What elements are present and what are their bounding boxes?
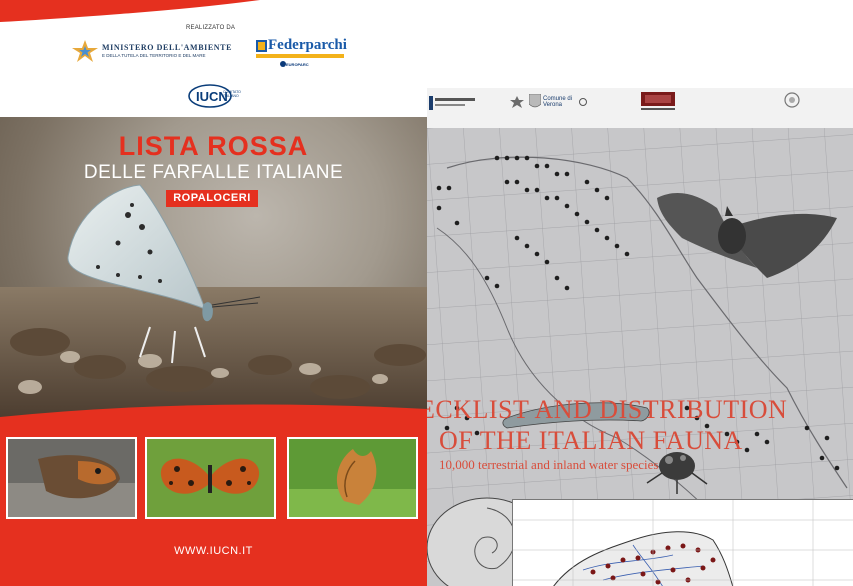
realizzato-label: REALIZZATO DA — [186, 25, 236, 31]
seal-icon — [579, 98, 587, 106]
iucn-url: WWW.IUCN.IT — [174, 545, 253, 557]
cover-title-line2: DELLE FARFALLE ITALIANE — [83, 162, 344, 183]
checklist-cover: Comune di Verona ECKLIST AND DISTRIBUTIO… — [427, 88, 853, 586]
ministero-subtitle: E DELLA TUTELA DEL TERRITORIO E DEL MARE — [102, 53, 206, 58]
iucn-subtitle: COMITATO ITALIANO — [223, 90, 241, 98]
lista-rossa-cover: REALIZZATO DA MINISTERO DELL'AMBIENTE E … — [0, 0, 427, 586]
ministry-logo-icon — [429, 96, 475, 110]
red-swoosh-decoration — [0, 0, 260, 22]
ministero-star-icon — [72, 40, 98, 62]
thumbnail-comma-butterfly — [287, 437, 418, 519]
checklist-title-line1: ECKLIST AND DISTRIBUTION — [427, 395, 788, 424]
cover-title-line1: LISTA ROSSA — [118, 131, 309, 161]
comune-verona-label: Comune di Verona — [543, 96, 573, 108]
checklist-title-line2: OF THE ITALIAN FAUNA — [439, 426, 743, 455]
thumbnail-brown-butterfly — [6, 437, 137, 519]
university-logo-icon — [641, 92, 675, 110]
europarc-logo: EUROPARC — [286, 62, 309, 67]
emblem-icon — [510, 96, 524, 108]
comune-verona-crest-icon — [529, 94, 541, 108]
committee-logo-icon — [784, 92, 800, 108]
inset-distribution-map — [512, 499, 853, 586]
ministero-title: MINISTERO DELL'AMBIENTE — [102, 43, 233, 52]
federparchi-bar — [256, 54, 344, 58]
thumbnail-checkerspot-butterfly — [145, 437, 276, 519]
federparchi-logo-icon — [256, 40, 267, 52]
federparchi-logo: Federparchi — [268, 37, 347, 53]
checklist-subtitle: 10,000 terrestrial and inland water spec… — [439, 457, 659, 472]
inset-map-illustration — [513, 500, 853, 586]
logo-strip: Comune di Verona — [427, 88, 853, 128]
ropaloceri-tag: ROPALOCERI — [166, 190, 258, 207]
